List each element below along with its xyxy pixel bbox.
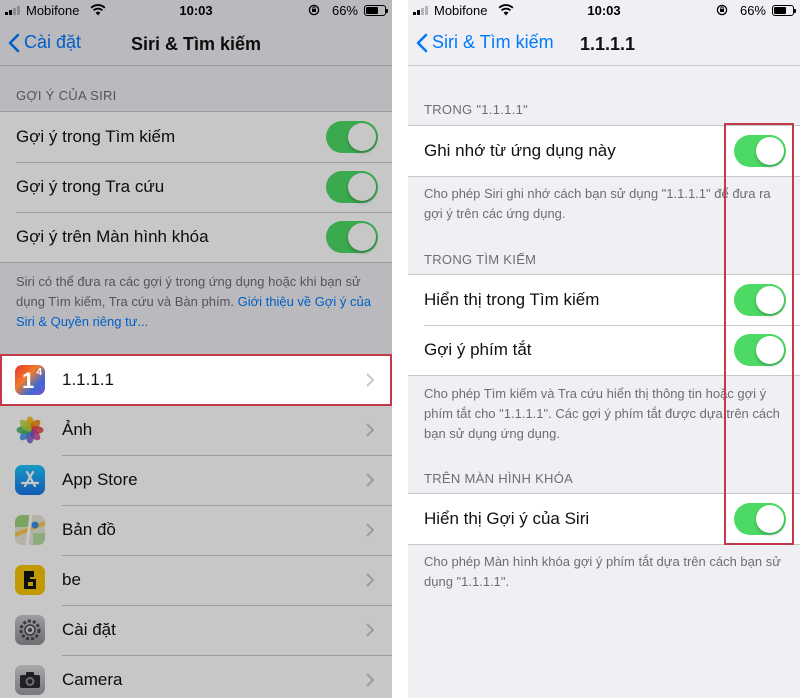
in-app-footer: Cho phép Siri ghi nhớ cách bạn sử dụng "… <box>424 186 771 221</box>
learn-from-app-row[interactable]: Ghi nhớ từ ứng dụng này <box>408 126 800 176</box>
suggestions-in-lookup-toggle[interactable] <box>326 171 378 203</box>
toggle-knob <box>348 223 376 251</box>
show-siri-suggestions-row[interactable]: Hiển thị Gợi ý của Siri <box>408 494 800 544</box>
app-row-settings[interactable]: Cài đặt <box>0 605 392 655</box>
app-icon-badge: 4 <box>36 367 42 378</box>
chevron-right-icon <box>366 623 374 637</box>
suggestions-on-lockscreen-toggle[interactable] <box>326 221 378 253</box>
row-label: Gợi ý trong Tìm kiếm <box>16 127 176 146</box>
app-label: Bản đồ <box>62 520 116 539</box>
suggestions-on-lockscreen-row[interactable]: Gợi ý trên Màn hình khóa <box>0 212 392 262</box>
row-label: Hiển thị Gợi ý của Siri <box>424 509 590 528</box>
app-row-be[interactable]: be <box>0 555 392 605</box>
learn-from-app-toggle[interactable] <box>734 135 786 167</box>
row-label: Gợi ý phím tắt <box>424 340 532 359</box>
lock-screen-footer: Cho phép Màn hình khóa gợi ý phím tắt dự… <box>424 554 781 589</box>
back-button[interactable]: Siri & Tìm kiếm <box>416 32 554 53</box>
chevron-right-icon <box>366 373 374 387</box>
section-header-lock-screen: TRÊN MÀN HÌNH KHÓA <box>424 471 574 486</box>
siri-suggestions-group: Gợi ý trong Tìm kiếm Gợi ý trong Tra cứu… <box>0 111 392 263</box>
app-label: Ảnh <box>62 420 93 439</box>
toggle-knob <box>348 123 376 151</box>
maps-icon <box>15 515 45 545</box>
app-row-maps[interactable]: Bản đồ <box>0 505 392 555</box>
navigation-bar: Siri & Tìm kiếm 1.1.1.1 <box>408 22 800 66</box>
app-label: Camera <box>62 670 123 689</box>
in-search-footer: Cho phép Tìm kiếm và Tra cứu hiển thị th… <box>424 386 780 441</box>
battery-fill <box>774 7 786 14</box>
app-row-photos[interactable]: Ảnh <box>0 405 392 455</box>
orientation-lock-icon <box>308 4 320 16</box>
lock-screen-group: Hiển thị Gợi ý của Siri <box>408 493 800 545</box>
in-app-group: Ghi nhớ từ ứng dụng này <box>408 125 800 177</box>
toggle-knob <box>348 173 376 201</box>
chevron-right-icon <box>366 573 374 587</box>
be-icon <box>15 565 45 595</box>
in-search-group: Hiển thị trong Tìm kiếm Gợi ý phím tắt <box>408 274 800 376</box>
show-in-search-row[interactable]: Hiển thị trong Tìm kiếm <box>408 275 800 325</box>
navigation-bar: Cài đặt Siri & Tìm kiếm <box>0 22 392 66</box>
screen-divider <box>392 0 408 698</box>
app-row-1111[interactable]: 1 4 1.1.1.1 <box>0 355 392 405</box>
app-list: 1 4 1.1.1.1 Ảnh App Store Bản đồ be Cài … <box>0 355 392 698</box>
suggestions-in-lookup-row[interactable]: Gợi ý trong Tra cứu <box>0 162 392 212</box>
page-title: 1.1.1.1 <box>580 34 636 54</box>
battery-percent: 66% <box>331 3 358 18</box>
chevron-left-icon <box>416 33 428 52</box>
back-button-label: Siri & Tìm kiếm <box>432 32 554 52</box>
suggest-shortcuts-row[interactable]: Gợi ý phím tắt <box>408 325 800 375</box>
app-row-app-store[interactable]: App Store <box>0 455 392 505</box>
app-label: be <box>62 570 81 589</box>
right-screen-app-settings: Mobifone 10:03 66% Siri & Tìm kiếm 1.1.1… <box>408 0 800 698</box>
app-label: App Store <box>62 470 138 489</box>
battery-icon <box>364 5 388 16</box>
suggestions-in-search-toggle[interactable] <box>326 121 378 153</box>
battery-percent: 66% <box>739 3 766 18</box>
row-label: Gợi ý trên Màn hình khóa <box>16 227 209 246</box>
chevron-right-icon <box>366 673 374 687</box>
toggle-knob <box>756 137 784 165</box>
app-label: Cài đặt <box>62 620 116 639</box>
app-label: 1.1.1.1 <box>62 370 114 389</box>
show-siri-suggestions-toggle[interactable] <box>734 503 786 535</box>
section-header-in-app: TRONG "1.1.1.1" <box>424 102 529 117</box>
left-screen-siri-search: Mobifone 10:03 66% Cài đặt Siri & Tìm ki… <box>0 0 392 698</box>
orientation-lock-icon <box>716 4 728 16</box>
toggle-knob <box>756 286 784 314</box>
section-header-in-search: TRONG TÌM KIẾM <box>424 252 537 267</box>
chevron-right-icon <box>366 473 374 487</box>
status-bar: Mobifone 10:03 66% <box>408 0 800 22</box>
suggest-shortcuts-toggle[interactable] <box>734 334 786 366</box>
row-label: Hiển thị trong Tìm kiếm <box>424 290 600 309</box>
suggestions-in-search-row[interactable]: Gợi ý trong Tìm kiếm <box>0 112 392 162</box>
page-title: Siri & Tìm kiếm <box>130 34 262 54</box>
battery-fill <box>366 7 378 14</box>
app-store-icon <box>15 465 45 495</box>
battery-icon <box>772 5 796 16</box>
row-label: Gợi ý trong Tra cứu <box>16 177 165 196</box>
row-label: Ghi nhớ từ ứng dụng này <box>424 141 616 160</box>
camera-icon <box>15 665 45 695</box>
chevron-right-icon <box>366 423 374 437</box>
toggle-knob <box>756 505 784 533</box>
toggle-knob <box>756 336 784 364</box>
photos-icon <box>15 415 45 445</box>
show-in-search-toggle[interactable] <box>734 284 786 316</box>
chevron-right-icon <box>366 523 374 537</box>
settings-gear-icon <box>15 615 45 645</box>
app-row-camera[interactable]: Camera <box>0 655 392 698</box>
section-header-siri-suggestions: GỢI Ý CỦA SIRI <box>16 88 117 103</box>
status-bar: Mobifone 10:03 66% <box>0 0 392 22</box>
cloudflare-1111-icon: 1 4 <box>15 365 45 395</box>
siri-suggestions-footer: Siri có thể đưa ra các gợi ý trong ứng d… <box>16 272 378 332</box>
